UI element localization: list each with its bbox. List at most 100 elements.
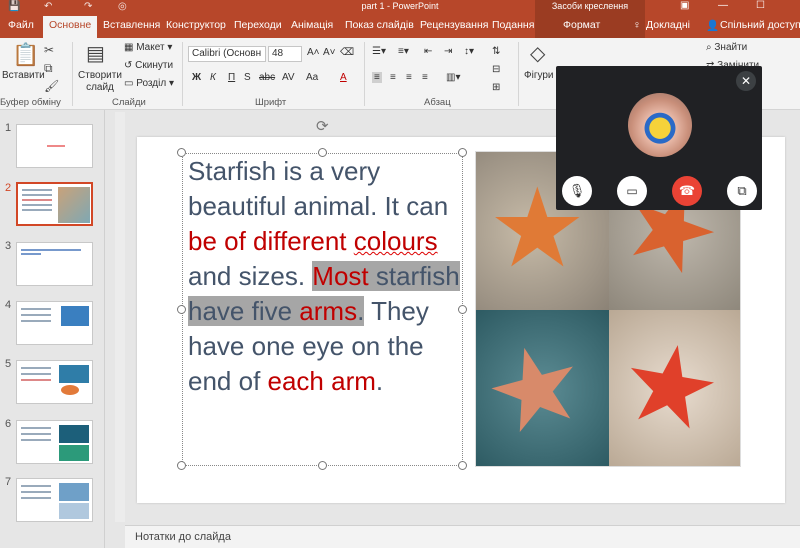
resize-handle[interactable] (318, 148, 327, 157)
paragraph-group-label: Абзац (424, 97, 451, 108)
resize-handle[interactable] (177, 148, 186, 157)
slide-number: 5 (5, 358, 12, 370)
slide-number: 1 (5, 122, 12, 134)
camera-icon[interactable]: ▭ (617, 176, 647, 206)
font-size-dropdown[interactable]: 48 (268, 46, 302, 62)
bold-button[interactable]: Ж (192, 72, 201, 83)
text-run: colours (353, 226, 438, 256)
align-center-icon[interactable]: ≡ (390, 72, 396, 83)
increase-indent-icon[interactable]: ⇥ (444, 46, 452, 57)
minimize-icon[interactable]: — (718, 0, 728, 11)
maximize-icon[interactable]: ☐ (756, 0, 765, 11)
slide-thumbnail-3[interactable] (16, 242, 93, 286)
slide-thumbnail-5[interactable] (16, 360, 93, 404)
tab-design[interactable]: Конструктор (166, 19, 226, 31)
reset-button[interactable]: ↺ Скинути (124, 60, 173, 71)
tab-view[interactable]: Подання (492, 19, 534, 31)
text-run: . (375, 366, 384, 396)
slide-number: 2 (5, 182, 12, 194)
slide-thumbnail-2[interactable] (16, 182, 93, 226)
shapes-icon[interactable]: ◇ (530, 44, 545, 64)
ribbon-display-icon[interactable]: ▣ (680, 0, 689, 11)
resize-handle[interactable] (458, 148, 467, 157)
tab-insert[interactable]: Вставлення (103, 19, 160, 31)
find-label: Знайти (714, 42, 748, 53)
close-icon[interactable]: ✕ (736, 71, 756, 91)
change-case-button[interactable]: Aa (306, 72, 318, 83)
slide-body-text[interactable]: Starfish is a very beautiful animal. It … (188, 154, 463, 399)
resize-handle[interactable] (318, 461, 327, 470)
italic-button[interactable]: К (210, 72, 216, 83)
decrease-indent-icon[interactable]: ⇤ (424, 46, 432, 57)
tab-slideshow[interactable]: Показ слайдів (345, 19, 414, 31)
resize-handle[interactable] (177, 461, 186, 470)
notes-label: Нотатки до слайда (135, 531, 231, 543)
tab-format[interactable]: Формат (563, 19, 600, 31)
text-run: each arm (267, 366, 376, 396)
decrease-font-icon[interactable]: A˅ (323, 47, 336, 58)
strikethrough-button[interactable]: abc (259, 72, 275, 83)
rotate-handle-icon[interactable]: ⟳ (316, 117, 329, 135)
user-icon: 👤 (706, 20, 720, 32)
microphone-icon[interactable]: 🎙 (562, 176, 592, 206)
justify-icon[interactable]: ≡ (422, 72, 428, 83)
ribbon-tabs: Файл Основне Вставлення Конструктор Пере… (0, 14, 800, 38)
line-spacing-icon[interactable]: ↕▾ (464, 46, 474, 57)
font-name-dropdown[interactable]: Calibri (Основн (188, 46, 266, 62)
align-right-icon[interactable]: ≡ (406, 72, 412, 83)
shadow-button[interactable]: S (244, 72, 251, 83)
layout-button[interactable]: ▦ Макет ▾ (124, 42, 172, 53)
format-painter-icon[interactable]: 🖌 (44, 78, 59, 94)
photo-quadrant: ★ (476, 310, 609, 466)
shapes-button[interactable]: Фігури (524, 70, 554, 81)
photo-quadrant: ★ (609, 310, 740, 466)
notes-bar[interactable]: Нотатки до слайда (125, 525, 800, 548)
share-button[interactable]: Спільний доступ (720, 19, 800, 31)
smartart-icon[interactable]: ⊞ (492, 82, 500, 93)
tab-transitions[interactable]: Переходи (234, 19, 282, 31)
char-spacing-button[interactable]: AV (282, 72, 295, 83)
font-group-label: Шрифт (255, 97, 287, 108)
tab-review[interactable]: Рецензування (420, 19, 488, 31)
title-bar: 💾 ↶ ↷ ◎ part 1 - PowerPoint Засоби кресл… (0, 0, 800, 14)
copy-icon[interactable]: ⧉ (44, 60, 53, 76)
align-text-icon[interactable]: ⊟ (492, 64, 500, 75)
slide-thumbnail-1[interactable] (16, 124, 93, 168)
paste-button[interactable]: Вставити (2, 70, 45, 81)
section-button[interactable]: ▭ Розділ ▾ (124, 78, 174, 89)
columns-icon[interactable]: ▥▾ (446, 72, 460, 83)
slides-group-label: Слайди (112, 97, 146, 108)
clipboard-group-label: Буфер обміну (0, 97, 61, 108)
resize-handle[interactable] (458, 305, 467, 314)
cut-icon[interactable]: ✂ (44, 42, 54, 58)
find-button[interactable]: ⌕ Знайти (706, 42, 747, 53)
slide-thumbnail-4[interactable] (16, 301, 93, 345)
slide-thumbnail-7[interactable] (16, 478, 93, 522)
tell-me-box[interactable]: Докладні (646, 19, 690, 31)
tab-animations[interactable]: Анімація (291, 19, 333, 31)
reset-label: Скинути (135, 60, 174, 71)
caller-avatar (628, 93, 692, 157)
increase-font-icon[interactable]: A˄ (307, 47, 320, 58)
numbering-icon[interactable]: ≡▾ (398, 46, 409, 57)
slide-thumbnail-6[interactable] (16, 420, 93, 464)
slide-number: 4 (5, 299, 12, 311)
text-direction-icon[interactable]: ⇅ (492, 46, 500, 57)
hang-up-icon[interactable]: ☎ (672, 176, 702, 206)
underline-button[interactable]: П (228, 72, 235, 83)
tab-file[interactable]: Файл (8, 19, 34, 31)
tab-home[interactable]: Основне (43, 16, 98, 38)
font-color-button[interactable]: A (340, 72, 347, 83)
bullets-icon[interactable]: ☰▾ (372, 46, 386, 57)
slides-scrollbar[interactable] (115, 112, 125, 522)
resize-handle[interactable] (458, 461, 467, 470)
new-slide-icon[interactable]: ▤ (86, 44, 105, 64)
section-label: Розділ (136, 78, 167, 89)
paste-icon[interactable]: 📋 (12, 44, 39, 66)
picture-in-picture-icon[interactable]: ⧉ (727, 176, 757, 206)
clear-formatting-icon[interactable]: ⌫ (340, 47, 354, 58)
resize-handle[interactable] (177, 305, 186, 314)
align-left-icon[interactable]: ≡ (372, 72, 382, 83)
text-run: and sizes. (188, 261, 313, 291)
new-slide-button[interactable]: Створити слайд (78, 70, 122, 94)
